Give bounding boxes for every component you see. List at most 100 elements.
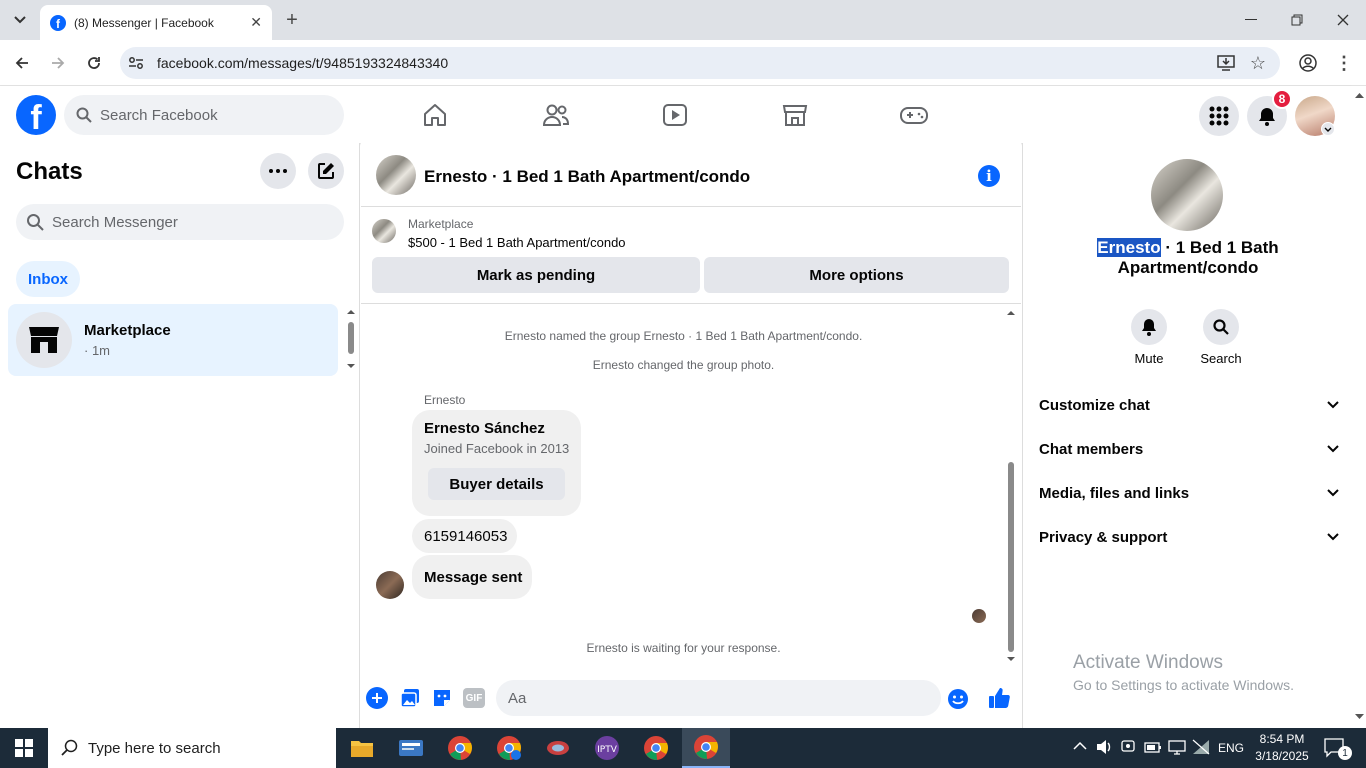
chevron-down-icon [1327,533,1339,541]
marketplace-label: Marketplace [408,217,474,231]
facebook-search-input[interactable]: Search Facebook [64,95,344,135]
facebook-logo-icon[interactable]: f [16,95,56,135]
app-icon[interactable]: IPTV [583,728,631,768]
chat-members-section[interactable]: Chat members [1039,427,1339,471]
message-input-placeholder: Aa [508,689,527,707]
chat-info-title: Ernesto · 1 Bed 1 Bath Apartment/condo [1083,238,1293,278]
read-receipt-avatar [972,609,986,623]
sender-avatar[interactable] [376,571,404,599]
marketplace-icon[interactable] [780,100,810,130]
search-icon [1203,309,1239,345]
chrome-profile-icon[interactable] [485,728,533,768]
wifi-off-icon[interactable] [1192,739,1210,758]
battery-icon[interactable] [1144,739,1162,758]
mark-as-pending-button[interactable]: Mark as pending [372,257,700,293]
buyer-name: Ernesto Sánchez [424,420,545,437]
customize-chat-section[interactable]: Customize chat [1039,383,1339,427]
buyer-profile-card: Ernesto Sánchez Joined Facebook in 2013 … [412,410,581,516]
reload-icon[interactable] [82,51,106,75]
sticker-icon[interactable] [431,687,453,714]
profile-icon[interactable] [1296,51,1320,75]
message-input[interactable]: Aa [496,680,968,716]
plus-icon[interactable] [366,687,388,709]
app-icon[interactable] [387,728,435,768]
show-hidden-icons[interactable] [1073,740,1087,754]
browser-tab[interactable]: f (8) Messenger | Facebook ✕ [40,5,272,40]
webcam-icon[interactable] [1120,739,1136,758]
conversation-item[interactable]: Marketplace · 1m [8,304,338,376]
address-bar[interactable]: facebook.com/messages/t/9485193324843340… [120,47,1280,79]
media-files-links-section[interactable]: Media, files and links [1039,471,1339,515]
listing-price-title[interactable]: $500 - 1 Bed 1 Bath Apartment/condo [408,235,626,250]
app-icon[interactable] [534,728,582,768]
like-thumb-icon[interactable] [987,686,1011,715]
new-message-icon[interactable] [308,153,344,189]
forward-icon[interactable] [46,51,70,75]
mute-button[interactable]: Mute [1119,309,1179,366]
menu-grid-icon[interactable] [1199,96,1239,136]
back-icon[interactable] [10,51,34,75]
group-photo-large[interactable] [1151,159,1223,231]
emoji-icon[interactable] [947,688,969,714]
restore-icon[interactable] [1285,8,1309,32]
inbox-filter-tab[interactable]: Inbox [16,261,80,297]
messenger-search-input[interactable]: Search Messenger [16,204,344,240]
info-icon[interactable]: i [978,165,1000,187]
page-scrollbar[interactable] [1352,86,1366,728]
chat-info-title-highlight: Ernesto [1097,238,1161,257]
more-options-button[interactable]: More options [704,257,1009,293]
sender-name: Ernesto [424,393,466,407]
more-options-icon[interactable] [260,153,296,189]
message-bubble[interactable]: Message sent [412,555,532,599]
system-message: Ernesto changed the group photo. [592,358,775,372]
close-tab-icon[interactable]: ✕ [250,14,262,31]
close-window-icon[interactable] [1331,8,1355,32]
home-icon[interactable] [420,100,450,130]
account-chevron-icon[interactable] [1321,122,1335,136]
chat-header-title[interactable]: Ernesto · 1 Bed 1 Bath Apartment/condo [424,167,750,187]
gaming-icon[interactable] [899,100,929,130]
search-in-conversation-button[interactable]: Search [1191,309,1251,366]
tab-title: (8) Messenger | Facebook [74,15,214,30]
bookmark-star-icon[interactable]: ☆ [1246,51,1270,75]
site-info-icon[interactable] [124,51,148,75]
tab-list-icon[interactable] [8,8,32,32]
chat-list-scrollbar[interactable] [345,306,357,376]
chat-panel: Ernesto · 1 Bed 1 Bath Apartment/condo i… [361,143,1021,728]
chrome-icon[interactable] [632,728,680,768]
listing-thumbnail[interactable] [372,219,396,243]
minimize-icon[interactable] [1239,8,1263,32]
friends-icon[interactable] [541,100,571,130]
privacy-support-section[interactable]: Privacy & support [1039,515,1339,559]
video-icon[interactable] [660,100,690,130]
marketplace-avatar [16,312,72,368]
search-icon [76,107,92,123]
install-app-icon[interactable] [1214,51,1238,75]
browser-menu-icon[interactable]: ⋮ [1332,51,1356,75]
volume-icon[interactable] [1096,739,1114,758]
clock-date[interactable]: 3/18/2025 [1253,749,1311,763]
attach-image-icon[interactable] [399,687,421,714]
section-label: Privacy & support [1039,528,1168,546]
group-photo[interactable] [376,155,416,195]
chrome-active-icon[interactable] [682,728,730,768]
clock-time[interactable]: 8:54 PM [1257,732,1307,746]
buyer-details-button[interactable]: Buyer details [428,468,565,500]
messages-scrollbar[interactable] [1005,307,1017,667]
notification-badge: 8 [1272,89,1292,109]
taskbar-search-input[interactable]: Type here to search [48,728,336,768]
chevron-down-icon [1327,489,1339,497]
file-explorer-icon[interactable] [338,728,386,768]
chevron-down-icon [1327,445,1339,453]
svg-text:IPTV: IPTV [597,745,618,755]
new-tab-icon[interactable]: + [280,8,304,32]
conversation-time: · 1m [84,343,110,358]
gif-icon[interactable]: GIF [463,688,485,708]
message-bubble[interactable]: 6159146053 [412,519,517,553]
facebook-search-placeholder: Search Facebook [100,106,218,124]
language-indicator[interactable]: ENG [1218,741,1244,755]
network-icon[interactable] [1168,739,1186,758]
chrome-icon[interactable] [436,728,484,768]
windows-start-icon[interactable] [0,728,48,768]
windows-taskbar: Type here to search IPTV ENG 8:54 PM 3/1… [0,728,1366,768]
